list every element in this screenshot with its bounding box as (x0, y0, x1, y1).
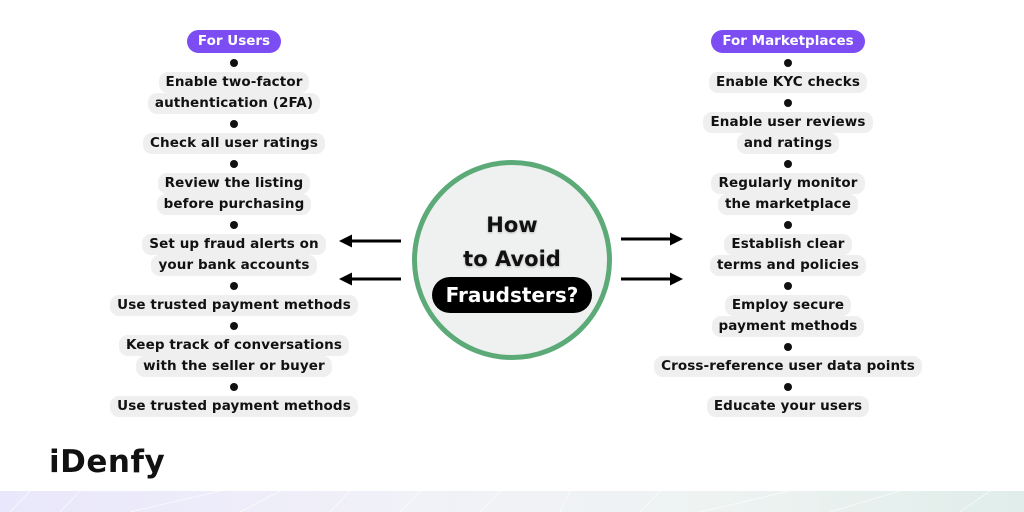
tip-text-line: Educate your users (706, 396, 870, 417)
tip-text-line: and ratings (736, 133, 840, 154)
tip-text-line: the marketplace (717, 194, 859, 215)
marketplaces-header-pill: For Marketplaces (711, 30, 865, 53)
tip-text-line: Enable two-factor (158, 72, 310, 93)
marketplace-tip-item: Cross-reference user data points (654, 356, 922, 377)
center-title-line-2: to Avoid (463, 246, 561, 271)
user-tip-item: Keep track of conversations with the sell… (118, 335, 349, 377)
tip-text-line: Regularly monitor (711, 173, 865, 194)
marketplace-tip-item: Enable user reviews and ratings (703, 112, 873, 154)
marketplace-tip-item: Educate your users (706, 396, 870, 417)
marketplace-tip-item: Enable KYC checks (709, 72, 867, 93)
tip-text-line: Set up fraud alerts on (142, 234, 326, 255)
bullet-dot (229, 322, 238, 330)
user-tip-item: Check all user ratings (143, 133, 325, 154)
center-title-line-1: How (486, 212, 538, 237)
tip-text-line: payment methods (711, 316, 865, 337)
arrow-right-icon (621, 272, 683, 286)
tip-text-line: Enable user reviews (703, 112, 873, 133)
tip-text-line: Use trusted payment methods (110, 396, 358, 417)
tip-text-line: terms and policies (710, 255, 866, 276)
tip-text-line: Review the listing (157, 173, 311, 194)
marketplaces-tips-list: Enable KYC checks Enable user reviews and … (654, 53, 922, 417)
tip-text-line: Enable KYC checks (709, 72, 867, 93)
marketplace-tip-item: Establish clear terms and policies (710, 234, 866, 276)
tip-text-line: Check all user ratings (143, 133, 325, 154)
bullet-dot (783, 343, 792, 351)
bullet-dot (229, 383, 238, 391)
center-title-circle: How to Avoid Fraudsters? (412, 160, 612, 360)
tip-text-line: Keep track of conversations (118, 335, 349, 356)
tip-text-line: Employ secure (724, 295, 852, 316)
bullet-dot (783, 221, 792, 229)
idenfy-logo: iDenfy (49, 444, 166, 480)
tip-text-line: authentication (2FA) (147, 93, 321, 114)
arrow-right-icon (621, 232, 683, 246)
center-title-highlight: Fraudsters? (431, 276, 593, 313)
user-tip-item: Set up fraud alerts on your bank accounts (142, 234, 326, 276)
users-header-pill: For Users (186, 30, 282, 53)
user-tip-item: Enable two-factor authentication (2FA) (147, 72, 321, 114)
user-tip-item: Review the listing before purchasing (156, 173, 312, 215)
bullet-dot (229, 120, 238, 128)
bullet-dot (229, 59, 238, 67)
users-column: For Users Enable two-factor authenticatio… (74, 30, 394, 417)
arrow-left-icon (339, 234, 401, 248)
tip-text-line: Cross-reference user data points (654, 356, 922, 377)
bullet-dot (229, 282, 238, 290)
tip-text-line: Establish clear (724, 234, 852, 255)
footer-decorative-lines (9, 491, 991, 512)
footer-gradient-band (0, 491, 1024, 512)
bullet-dot (229, 221, 238, 229)
marketplace-tip-item: Employ secure payment methods (711, 295, 865, 337)
users-tips-list: Enable two-factor authentication (2FA) Che… (110, 53, 358, 417)
tip-text-line: your bank accounts (151, 255, 317, 276)
marketplaces-column: For Marketplaces Enable KYC checks Enable… (628, 30, 948, 417)
tip-text-line: before purchasing (156, 194, 312, 215)
bullet-dot (783, 282, 792, 290)
bullet-dot (783, 383, 792, 391)
tip-text-line: with the seller or buyer (136, 356, 332, 377)
bullet-dot (783, 99, 792, 107)
bullet-dot (783, 160, 792, 168)
arrow-left-icon (339, 272, 401, 286)
user-tip-item: Use trusted payment methods (110, 396, 358, 417)
bullet-dot (229, 160, 238, 168)
marketplace-tip-item: Regularly monitor the marketplace (711, 173, 865, 215)
bullet-dot (783, 59, 792, 67)
user-tip-item: Use trusted payment methods (110, 295, 358, 316)
tip-text-line: Use trusted payment methods (110, 295, 358, 316)
